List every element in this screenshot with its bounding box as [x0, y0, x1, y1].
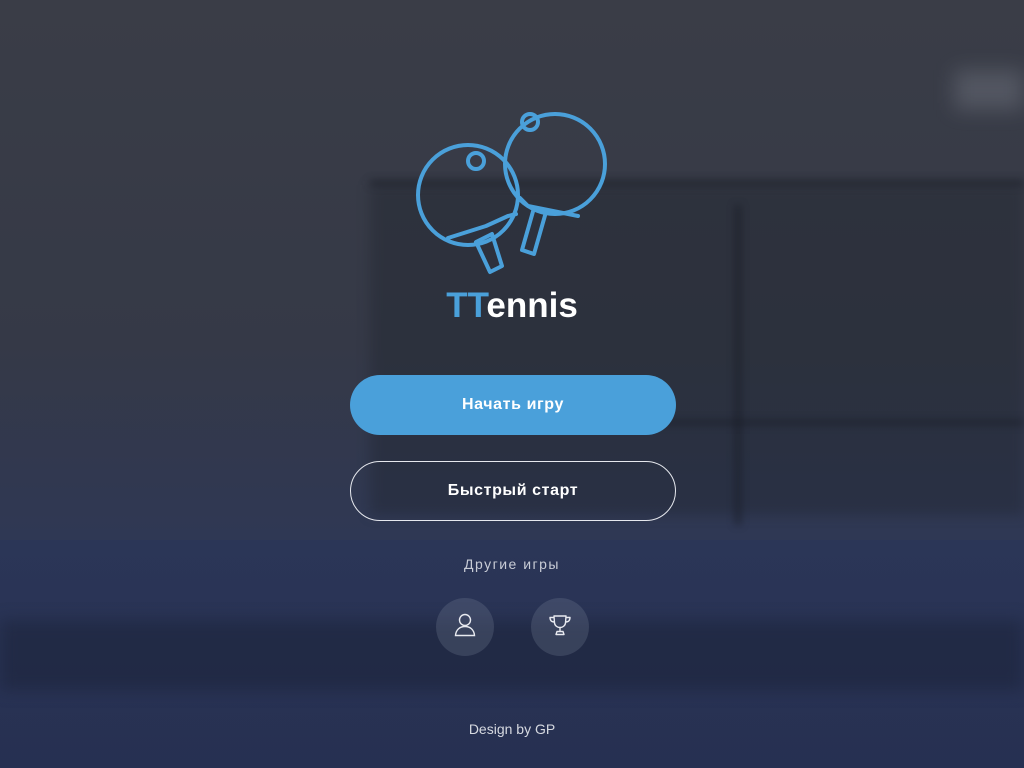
- quick-start-button[interactable]: Быстрый старт: [350, 461, 676, 521]
- app-title-accent: TT: [446, 286, 487, 325]
- background-light: [954, 70, 1024, 110]
- trophy-icon: [548, 614, 572, 641]
- user-icon: [454, 613, 476, 642]
- paddles-logo-icon: [410, 106, 614, 282]
- other-games-label: Другие игры: [464, 556, 560, 572]
- design-credit: Design by GP: [468, 721, 556, 737]
- start-game-button[interactable]: Начать игру: [350, 375, 676, 435]
- profile-button[interactable]: [436, 598, 494, 656]
- background-net: [0, 620, 1024, 690]
- leaderboard-button[interactable]: [531, 598, 589, 656]
- app-title: TTennis: [0, 286, 1024, 326]
- app-title-rest: ennis: [486, 286, 578, 325]
- background-beam: [735, 205, 741, 525]
